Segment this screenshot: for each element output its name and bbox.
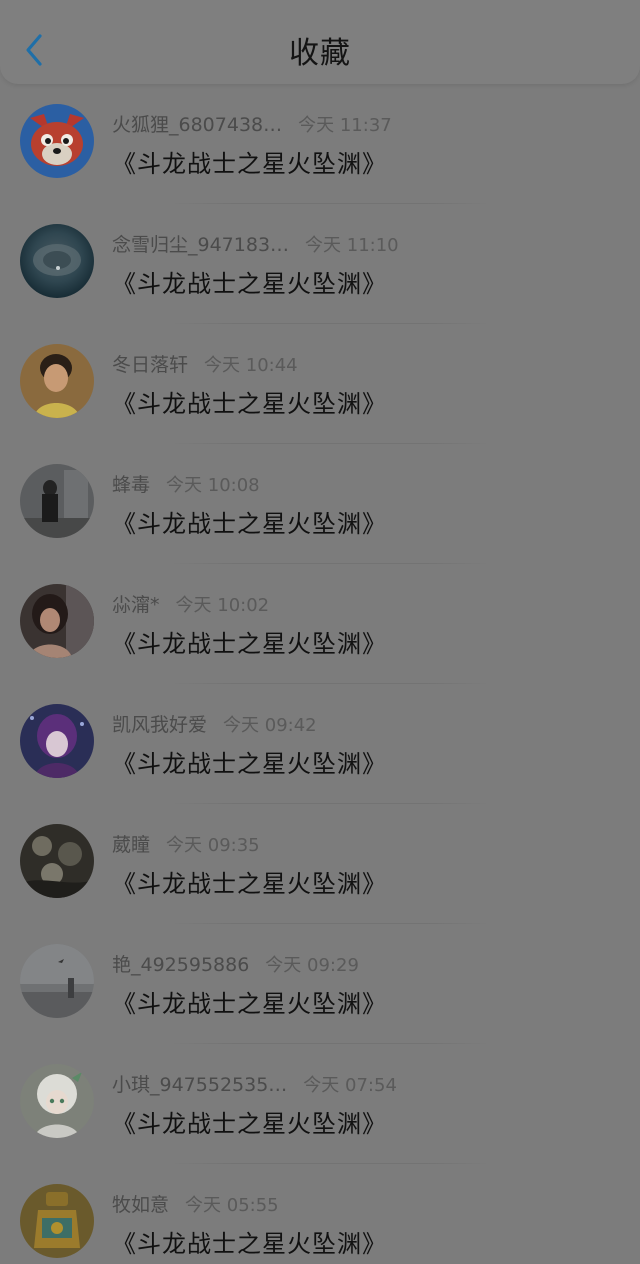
item-title: 《斗龙战士之星火坠渊》 xyxy=(112,870,387,898)
item-meta: 尛澝* 今天 10:02 xyxy=(112,590,269,620)
timestamp: 今天 11:10 xyxy=(305,235,399,256)
favorites-page: 收藏 火狐狸_6807438… 今天 11:37 《斗龙战士之星火坠渊》 念雪归… xyxy=(0,0,640,1264)
avatar[interactable] xyxy=(20,104,94,178)
username[interactable]: 凯风我好爱 xyxy=(112,714,207,736)
avatar[interactable] xyxy=(20,224,94,298)
item-title: 《斗龙战士之星火坠渊》 xyxy=(112,630,387,658)
avatar[interactable] xyxy=(20,944,94,1018)
list-item[interactable]: 尛澝* 今天 10:02 《斗龙战士之星火坠渊》 xyxy=(0,564,640,684)
avatar[interactable] xyxy=(20,824,94,898)
list-item[interactable]: 火狐狸_6807438… 今天 11:37 《斗龙战士之星火坠渊》 xyxy=(0,84,640,204)
list-item[interactable]: 冬日落轩 今天 10:44 《斗龙战士之星火坠渊》 xyxy=(0,324,640,444)
item-meta: 火狐狸_6807438… 今天 11:37 xyxy=(112,110,392,140)
list-item[interactable]: 蜂毒 今天 10:08 《斗龙战士之星火坠渊》 xyxy=(0,444,640,564)
favorites-list: 火狐狸_6807438… 今天 11:37 《斗龙战士之星火坠渊》 念雪归尘_9… xyxy=(0,84,640,1264)
list-item[interactable]: 小琪_947552535… 今天 07:54 《斗龙战士之星火坠渊》 xyxy=(0,1044,640,1164)
item-meta: 蜂毒 今天 10:08 xyxy=(112,470,260,500)
item-title: 《斗龙战士之星火坠渊》 xyxy=(112,990,387,1018)
avatar[interactable] xyxy=(20,1184,94,1258)
avatar[interactable] xyxy=(20,704,94,778)
username[interactable]: 艳_492595886 xyxy=(112,954,249,976)
timestamp: 今天 09:35 xyxy=(166,835,260,856)
timestamp: 今天 07:54 xyxy=(303,1075,397,1096)
avatar[interactable] xyxy=(20,1064,94,1138)
avatar[interactable] xyxy=(20,464,94,538)
username[interactable]: 小琪_947552535… xyxy=(112,1074,287,1096)
item-meta: 葳瞳 今天 09:35 xyxy=(112,830,260,860)
list-item[interactable]: 艳_492595886 今天 09:29 《斗龙战士之星火坠渊》 xyxy=(0,924,640,1044)
item-meta: 凯风我好爱 今天 09:42 xyxy=(112,710,317,740)
item-title: 《斗龙战士之星火坠渊》 xyxy=(112,750,387,778)
item-meta: 牧如意 今天 05:55 xyxy=(112,1190,279,1220)
timestamp: 今天 09:42 xyxy=(223,715,317,736)
top-nav-bar: 收藏 xyxy=(0,0,640,84)
timestamp: 今天 09:29 xyxy=(265,955,359,976)
timestamp: 今天 11:37 xyxy=(298,115,392,136)
username[interactable]: 火狐狸_6807438… xyxy=(112,114,282,136)
username[interactable]: 冬日落轩 xyxy=(112,354,188,376)
timestamp: 今天 10:44 xyxy=(204,355,298,376)
item-title: 《斗龙战士之星火坠渊》 xyxy=(112,390,387,418)
list-item[interactable]: 凯风我好爱 今天 09:42 《斗龙战士之星火坠渊》 xyxy=(0,684,640,804)
item-title: 《斗龙战士之星火坠渊》 xyxy=(112,1110,387,1138)
item-title: 《斗龙战士之星火坠渊》 xyxy=(112,270,387,298)
page-title: 收藏 xyxy=(289,36,351,71)
list-item[interactable]: 葳瞳 今天 09:35 《斗龙战士之星火坠渊》 xyxy=(0,804,640,924)
timestamp: 今天 05:55 xyxy=(185,1195,279,1216)
timestamp: 今天 10:02 xyxy=(175,595,270,616)
username[interactable]: 牧如意 xyxy=(112,1194,169,1216)
timestamp: 今天 10:08 xyxy=(166,475,260,496)
username[interactable]: 念雪归尘_947183… xyxy=(112,234,289,256)
item-meta: 小琪_947552535… 今天 07:54 xyxy=(112,1070,397,1100)
item-meta: 念雪归尘_947183… 今天 11:10 xyxy=(112,230,399,260)
username[interactable]: 蜂毒 xyxy=(112,474,150,496)
avatar[interactable] xyxy=(20,584,94,658)
item-meta: 冬日落轩 今天 10:44 xyxy=(112,350,298,380)
item-title: 《斗龙战士之星火坠渊》 xyxy=(112,150,387,178)
list-item[interactable]: 念雪归尘_947183… 今天 11:10 《斗龙战士之星火坠渊》 xyxy=(0,204,640,324)
item-title: 《斗龙战士之星火坠渊》 xyxy=(112,510,387,538)
avatar[interactable] xyxy=(20,344,94,418)
item-title: 《斗龙战士之星火坠渊》 xyxy=(112,1230,387,1258)
list-item[interactable]: 牧如意 今天 05:55 《斗龙战士之星火坠渊》 xyxy=(0,1164,640,1264)
item-meta: 艳_492595886 今天 09:29 xyxy=(112,950,359,980)
username[interactable]: 葳瞳 xyxy=(112,834,150,856)
username[interactable]: 尛澝* xyxy=(112,594,160,616)
